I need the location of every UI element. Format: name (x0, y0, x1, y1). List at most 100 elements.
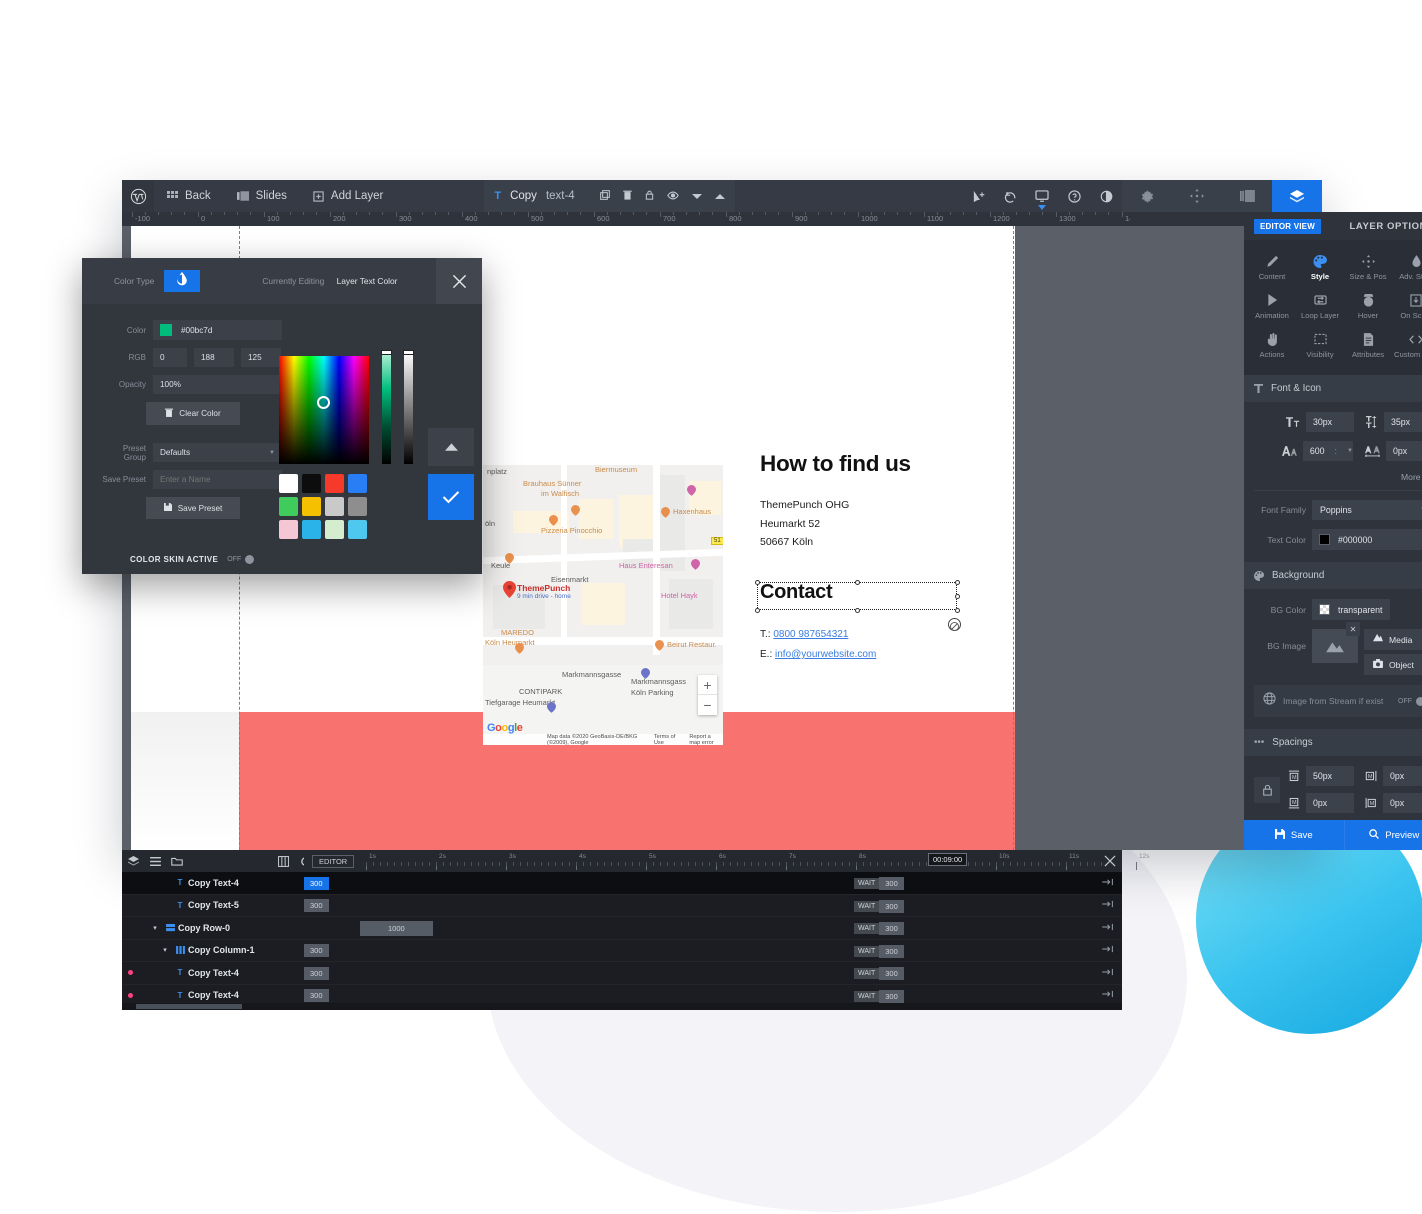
remove-bg-image-icon[interactable]: ✕ (1346, 622, 1360, 636)
timeline-duration-chip[interactable]: 300 (304, 899, 329, 913)
duplicate-icon[interactable] (599, 187, 610, 205)
timeline-duration-chip[interactable]: 300 (304, 876, 329, 890)
font-weight-select[interactable]: 600 : ▼ (1302, 441, 1353, 461)
font-section-header[interactable]: Font & Icon (1244, 375, 1422, 402)
letter-spacing-input[interactable]: 0px (1386, 441, 1422, 461)
undo-icon[interactable] (994, 180, 1026, 212)
timeline-row[interactable]: T Copy Text-5 300 WAIT 300 (122, 895, 1122, 917)
color-cursor[interactable] (317, 396, 330, 409)
timeline-row[interactable]: T Copy Text-4 300 WAIT 300 (122, 872, 1122, 895)
slides-icon[interactable] (1222, 180, 1272, 212)
rotate-handle[interactable] (948, 618, 961, 631)
margin-right-input[interactable]: 0px (1383, 766, 1422, 786)
wordpress-icon[interactable] (122, 180, 154, 212)
preset-name-input[interactable] (153, 470, 282, 489)
timeline-timecode[interactable]: 00:09:00 (928, 853, 968, 866)
timeline-ruler[interactable]: EDITOR 1s 2s 3s 4s 5s 6s 7s 8s 10s 11s 12s 00:09:00 (304, 850, 1149, 872)
preset-swatch[interactable] (348, 520, 367, 539)
background-section-header[interactable]: Background (1244, 562, 1422, 589)
timeline-row-end-icon[interactable] (1102, 923, 1114, 933)
options-tab-style[interactable]: Style (1296, 248, 1344, 287)
color-gradient-square[interactable] (279, 356, 369, 464)
margin-left-input[interactable]: 0px (1383, 793, 1422, 813)
clear-color-button[interactable]: Clear Color (146, 402, 240, 425)
resize-handle-tr[interactable] (955, 580, 960, 585)
timeline-wait-block[interactable]: WAIT 300 (854, 967, 904, 980)
options-tab-animation[interactable]: Animation (1248, 287, 1296, 326)
options-tab-on-scroll[interactable]: On Scroll (1392, 287, 1422, 326)
confirm-color-button[interactable] (428, 474, 474, 520)
resize-handle-bl[interactable] (755, 608, 760, 613)
rgb-b-input[interactable]: 125 (241, 348, 281, 367)
layers-icon[interactable] (1272, 180, 1322, 212)
timeline-wait-block[interactable]: WAIT 300 (854, 944, 904, 958)
map-zoom-in-button[interactable]: + (698, 675, 717, 695)
timeline-row-end-icon[interactable] (1102, 968, 1114, 978)
color-type-button[interactable] (164, 270, 201, 292)
slides-button[interactable]: Slides (224, 180, 300, 212)
timeline-row[interactable]: ▾ Copy Column-1 300 WAIT 300 (122, 940, 1122, 962)
options-tab-loop-layer[interactable]: Loop Layer (1296, 287, 1344, 326)
options-tab-custom-css[interactable]: Custom CSS (1392, 326, 1422, 365)
selected-text-layer-bbox[interactable]: Contact (755, 580, 961, 631)
timeline-duration-chip[interactable]: 300 (304, 944, 329, 958)
spacings-section-header[interactable]: ••• Spacings (1244, 729, 1422, 756)
resize-handle-mr[interactable] (955, 594, 960, 599)
map-zoom-out-button[interactable]: − (698, 695, 717, 715)
help-icon[interactable] (1058, 180, 1090, 212)
opacity-input[interactable]: 100% (153, 375, 282, 394)
preview-button[interactable]: Preview (1343, 820, 1422, 850)
lock-icon[interactable] (645, 187, 654, 205)
rgb-r-input[interactable]: 0 (153, 348, 187, 367)
monitor-icon[interactable] (1026, 180, 1058, 212)
resize-handle-bc[interactable] (855, 608, 860, 613)
youtube-icon[interactable] (365, 667, 380, 685)
preset-swatch[interactable] (279, 520, 298, 539)
options-tab-attributes[interactable]: Attributes (1344, 326, 1392, 365)
collapse-button[interactable] (428, 428, 474, 466)
timeline-row-end-icon[interactable] (1102, 990, 1114, 1000)
options-tab-visibility[interactable]: Visibility (1296, 326, 1344, 365)
rgb-g-input[interactable]: 188 (194, 348, 234, 367)
margin-top-input[interactable]: 50px (1306, 766, 1354, 786)
spacing-lock-button[interactable] (1254, 776, 1280, 803)
timeline-duration-chip[interactable]: 300 (304, 966, 329, 980)
resize-handle-tc[interactable] (855, 580, 860, 585)
eye-icon[interactable] (666, 187, 679, 205)
timeline-wait-block[interactable]: WAIT 300 (854, 899, 904, 913)
twitter-icon[interactable] (327, 667, 341, 685)
preset-swatch[interactable] (325, 520, 344, 539)
map-terms-link[interactable]: Terms of Use (654, 734, 677, 746)
slider-handle[interactable] (381, 350, 392, 355)
timeline-row-caret[interactable]: ▾ (158, 946, 172, 954)
options-tab-adv-style[interactable]: Adv. Style (1392, 248, 1422, 287)
chevron-down-icon[interactable] (691, 187, 702, 205)
instagram-icon[interactable] (404, 667, 417, 685)
save-button[interactable]: Save (1244, 820, 1344, 850)
options-tab-content[interactable]: Content (1248, 248, 1296, 287)
close-icon[interactable] (1104, 854, 1116, 872)
list-icon[interactable] (144, 850, 166, 872)
brightness-slider[interactable] (403, 350, 414, 464)
timeline-wait-block[interactable]: WAIT 300 (854, 877, 904, 890)
line-height-input[interactable]: 35px (1384, 412, 1422, 432)
font-size-input[interactable]: 30px (1306, 412, 1354, 432)
preset-swatch[interactable] (302, 474, 321, 493)
stream-toggle[interactable]: OFF (1398, 696, 1422, 706)
delete-icon[interactable] (623, 187, 632, 205)
preset-swatch[interactable] (348, 474, 367, 493)
timeline-row[interactable]: T Copy Text-4 300 WAIT 300 (122, 962, 1122, 985)
timeline-horizontal-scrollbar[interactable] (122, 1003, 1122, 1010)
preset-swatch[interactable] (302, 520, 321, 539)
resize-handle-br[interactable] (955, 608, 960, 613)
margin-bottom-input[interactable]: 0px (1306, 793, 1354, 813)
facebook-icon[interactable] (292, 667, 303, 685)
contrast-icon[interactable] (1090, 180, 1122, 212)
timeline-row-end-icon[interactable] (1102, 945, 1114, 955)
map-report-link[interactable]: Report a map error (689, 734, 723, 746)
timeline-duration-chip[interactable]: 1000 (360, 920, 433, 936)
phone-link[interactable]: 0800 987654321 (773, 629, 848, 640)
resize-handle-tl[interactable] (755, 580, 760, 585)
options-tab-actions[interactable]: Actions (1248, 326, 1296, 365)
object-button[interactable]: Object (1364, 654, 1422, 675)
